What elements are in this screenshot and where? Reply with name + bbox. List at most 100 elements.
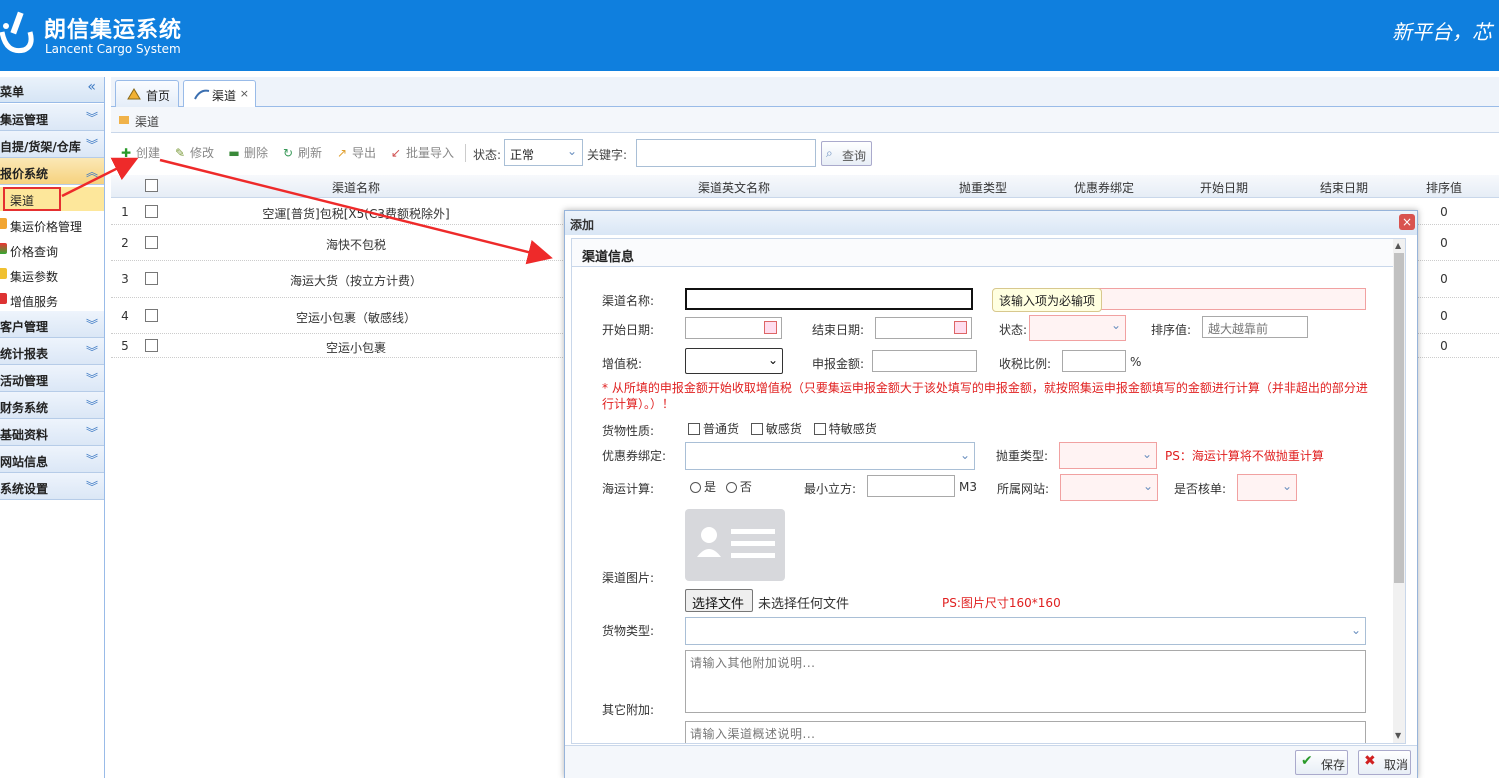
option-label: 普通货 [703,422,740,436]
keyword-input[interactable] [636,139,816,167]
create-button[interactable]: ✚ 创建 [119,144,160,161]
toolbar: ✚ 创建 ✎ 修改 ▬ 删除 ↻ 刷新 ↗ 导出 ↙ 批量导入 状态: 正常 ⌄ 关键字: … [111,138,1499,168]
scroll-thumb[interactable] [1394,253,1404,583]
app-title: 朗信集运系统 [44,18,183,43]
min-cbm-input[interactable] [867,475,955,497]
tab-label: 首页 [146,89,171,103]
sidebar-item-services[interactable]: 增值服务 [0,288,104,312]
choose-file-button[interactable]: 选择文件 [685,589,753,612]
vat-select[interactable]: ⌄ [685,348,783,374]
menu-group-label: 财务系统 [0,401,49,415]
start-date-input[interactable] [685,317,782,339]
edit-button[interactable]: ✎ 修改 [173,144,214,161]
column-header[interactable]: 结束日期 [1284,179,1404,196]
close-icon[interactable]: × [1399,214,1415,230]
tab-bar: 首页 渠道 × [111,77,1499,108]
column-header[interactable]: 开始日期 [1164,179,1284,196]
column-header[interactable]: 渠道英文名称 [546,179,922,196]
checkbox[interactable] [688,423,700,435]
gear-icon [0,218,7,229]
refresh-button[interactable]: ↻ 刷新 [281,144,322,161]
weight-type-select[interactable]: ⌄ [1059,442,1157,469]
menu-group-system[interactable]: 系统设置 ︾ [0,473,104,500]
menu-group-customers[interactable]: 客户管理 ︾ [0,311,104,338]
pencil-icon: ✎ [174,146,186,160]
menu-group-website[interactable]: 网站信息 ︾ [0,446,104,473]
close-icon[interactable]: × [240,87,249,100]
row-checkbox[interactable] [145,339,158,352]
menu-group-pickup[interactable]: 自提/货架/仓库 ︾ [0,131,104,158]
end-date-input[interactable] [875,317,972,339]
menu-group-label: 客户管理 [0,320,49,334]
other-textarea[interactable]: 请输入其他附加说明... [685,650,1366,713]
menu-group-activities[interactable]: 活动管理 ︾ [0,365,104,392]
collapse-icon[interactable]: « [87,79,96,95]
goods-type-select[interactable]: ⌄ [685,617,1366,645]
button-label: 取消 [1384,758,1409,772]
tab-channel[interactable]: 渠道 × [183,80,256,108]
sidebar-item-price-manage[interactable]: 集运价格管理 [0,213,104,237]
button-label: 查询 [842,149,867,163]
tab-home[interactable]: 首页 [115,80,179,107]
checkbox[interactable] [750,423,763,435]
column-header[interactable]: 渠道名称 [166,179,546,196]
column-header[interactable]: 抛重类型 [922,179,1044,196]
settings-icon [0,268,7,279]
sort-input[interactable]: 越大越靠前 [1202,316,1308,338]
search-button[interactable]: ⌕ 查询 [821,141,872,166]
sidebar-item-params[interactable]: 集运参数 [0,263,104,287]
coupon-select[interactable]: ⌄ [685,442,975,470]
channel-name-input[interactable] [685,288,973,310]
menu-group-label: 自提/货架/仓库 [0,140,81,154]
check-select[interactable]: ⌄ [1237,474,1297,501]
declare-label: 申报金额: [812,357,865,371]
menu-group-pricing[interactable]: 报价系统 ︽ [0,158,104,185]
radio[interactable] [725,482,737,493]
row-checkbox[interactable] [145,272,158,285]
select-all-checkbox[interactable] [145,179,158,192]
column-header[interactable]: 排序值 [1404,179,1484,196]
row-checkbox[interactable] [145,236,158,249]
scroll-up-icon[interactable]: ▲ [1395,241,1401,250]
chevron-down-icon: ︾ [85,372,98,386]
save-button[interactable]: ✔ 保存 [1295,750,1348,775]
checkbox[interactable] [813,423,826,435]
button-label: 刷新 [298,146,323,160]
cancel-button[interactable]: ✖ 取消 [1358,750,1411,775]
declare-input[interactable] [872,350,977,372]
scroll-down-icon[interactable]: ▼ [1395,731,1401,740]
radio[interactable] [690,482,701,493]
menu-group-basic[interactable]: 基础资料 ︾ [0,419,104,446]
chevron-down-icon: ⌄ [959,448,970,462]
check-label: 是否核单: [1174,482,1227,496]
site-label: 所属网站: [997,482,1050,496]
vat-label: 增值税: [602,357,643,371]
column-header[interactable]: 优惠券绑定 [1044,179,1164,196]
desc-textarea[interactable]: 请输入渠道概述说明... [685,721,1366,743]
import-button[interactable]: ↙ 批量导入 [389,144,454,161]
sidebar-item-label: 增值服务 [10,295,59,309]
calendar-icon[interactable] [954,321,967,334]
sidebar-item-channel[interactable]: 渠道 [0,187,104,211]
menu-group-reports[interactable]: 统计报表 ︾ [0,338,104,365]
export-button[interactable]: ↗ 导出 [335,144,376,161]
row-checkbox[interactable] [145,309,158,322]
site-select[interactable]: ⌄ [1060,474,1158,501]
delete-button[interactable]: ▬ 删除 [227,144,268,161]
status-select[interactable]: ⌄ [1029,315,1126,341]
row-checkbox[interactable] [145,205,158,218]
end-date-label: 结束日期: [812,323,865,337]
image-note: PS:图片尺寸160*160 [942,596,1061,610]
goods-type-label: 货物类型: [602,624,655,638]
sidebar-item-price-query[interactable]: 价格查询 [0,238,104,262]
menu-group-shipping[interactable]: 集运管理 ︾ [0,104,104,131]
calendar-icon[interactable] [764,321,777,334]
channel-en-name-input[interactable] [1070,288,1366,310]
status-select[interactable]: 正常 ⌄ [504,139,583,166]
sidebar-title: 菜单 [0,85,25,99]
menu-group-finance[interactable]: 财务系统 ︾ [0,392,104,419]
service-icon [0,293,7,304]
sea-calc-label: 海运计算: [602,482,655,496]
scrollbar[interactable]: ▲ ▼ [1393,239,1405,743]
tax-ratio-input[interactable] [1062,350,1126,372]
